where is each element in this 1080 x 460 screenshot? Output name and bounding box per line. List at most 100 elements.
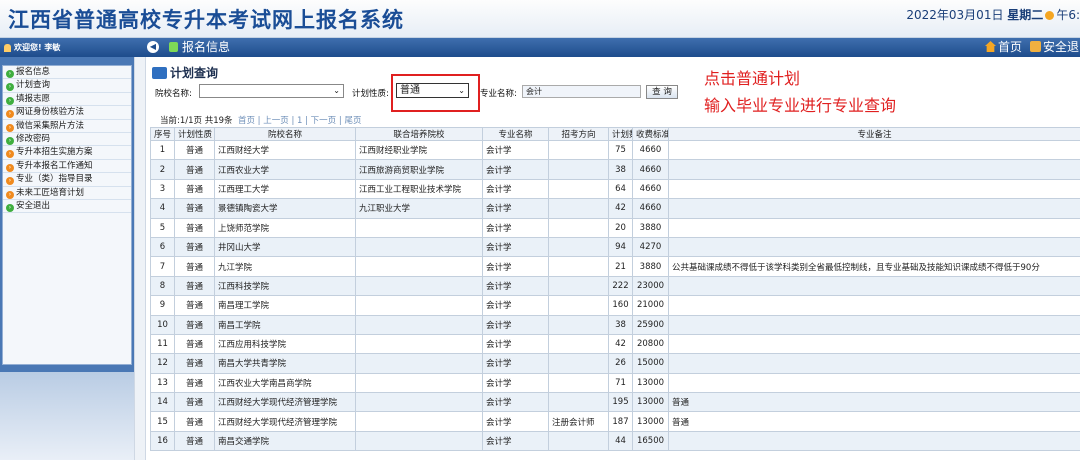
- table-cell: 9: [150, 295, 175, 316]
- sidebar-item[interactable]: › 网证身份核验方法: [3, 106, 131, 120]
- table-cell: 13: [150, 372, 175, 394]
- logout-icon: [1030, 41, 1041, 52]
- plan-type-select[interactable]: 普通 ⌄: [396, 83, 469, 98]
- table-cell: 注册会计师: [548, 411, 609, 432]
- table-cell: 195: [608, 392, 633, 413]
- table-cell: [355, 333, 483, 355]
- table-cell: [355, 392, 483, 413]
- plan-table: 序号计划性质院校名称联合培养院校专业名称招考方向计划数收费标准专业备注 1普通江…: [150, 127, 1080, 452]
- sidebar-item-label: 报名信息: [16, 67, 51, 77]
- breadcrumb: 报名信息: [182, 40, 231, 54]
- table-cell: 5: [150, 217, 175, 238]
- table-cell: 会计学: [482, 411, 549, 432]
- table-cell: [668, 372, 1080, 394]
- table-cell: 普通: [174, 392, 215, 413]
- pager-links[interactable]: 首页 | 上一页 | 1 | 下一页 | 尾页: [238, 116, 361, 126]
- sidebar-item[interactable]: › 安全退出: [3, 200, 131, 214]
- table-row: 1 普通 江西财经大学 江西财经职业学院 会计学 75 4660: [150, 139, 1080, 161]
- table-cell: 江西农业大学南昌商学院: [214, 372, 356, 394]
- table-cell: 会计学: [482, 333, 549, 355]
- table-cell: 会计学: [482, 275, 549, 297]
- sidebar-item[interactable]: › 专升本报名工作通知: [3, 160, 131, 174]
- major-input[interactable]: 会计: [522, 85, 641, 98]
- table-row: 4 普通 景德镇陶瓷大学 九江职业大学 会计学 42 4660: [150, 198, 1080, 219]
- sidebar-item[interactable]: › 专升本招生实施方案: [3, 146, 131, 160]
- table-cell: 38: [608, 314, 633, 335]
- sidebar-item[interactable]: › 专业（类）指导目录: [3, 173, 131, 187]
- table-cell: 会计学: [482, 295, 549, 316]
- table-cell: 3: [150, 178, 175, 200]
- weekday-text: 星期二: [1007, 8, 1044, 22]
- sidebar-item[interactable]: › 报名信息: [3, 66, 131, 80]
- table-cell: [355, 411, 483, 432]
- sidebar-item[interactable]: › 未来工匠培育计划: [3, 187, 131, 200]
- table-cell: 普通: [668, 411, 1080, 432]
- table-cell: 12: [150, 353, 175, 374]
- table-cell: [548, 256, 609, 277]
- sidebar-footer: [0, 372, 134, 460]
- date-display: 2022年03月01日 星期二 午6:: [906, 6, 1080, 23]
- sidebar-item-label: 计划查询: [16, 80, 51, 91]
- sidebar-item-label: 网证身份核验方法: [16, 107, 85, 118]
- table-cell: [668, 236, 1080, 258]
- sidebar-item[interactable]: › 微信采集照片方法: [3, 120, 131, 133]
- table-cell: 江西农业大学: [214, 159, 356, 180]
- table-cell: [548, 353, 609, 374]
- back-arrow-icon[interactable]: ◀: [147, 41, 159, 53]
- table-cell: [355, 314, 483, 335]
- arrow-circle-icon: ›: [6, 163, 14, 172]
- table-row: 12 普通 南昌大学共青学院 会计学 26 15000: [150, 353, 1080, 374]
- table-cell: 21: [608, 256, 633, 277]
- table-cell: 江西工业工程职业技术学院: [355, 178, 483, 200]
- sidebar-item[interactable]: › 计划查询: [3, 79, 131, 93]
- column-header: 专业备注: [668, 127, 1080, 141]
- table-cell: 景德镇陶瓷大学: [214, 198, 356, 219]
- table-row: 10 普通 南昌工学院 会计学 38 25900: [150, 314, 1080, 335]
- table-cell: 4660: [632, 198, 669, 219]
- home-link[interactable]: 首页: [985, 38, 1022, 57]
- table-cell: 会计学: [482, 256, 549, 277]
- table-cell: 14: [150, 392, 175, 413]
- table-cell: 普通: [174, 139, 215, 161]
- table-cell: 普通: [174, 314, 215, 335]
- table-cell: [355, 295, 483, 316]
- table-cell: [548, 159, 609, 180]
- table-cell: 4270: [632, 236, 669, 258]
- table-cell: [668, 139, 1080, 161]
- table-cell: 4660: [632, 139, 669, 161]
- table-cell: 普通: [174, 295, 215, 316]
- search-button[interactable]: 查 询: [646, 85, 678, 99]
- column-header: 院校名称: [214, 127, 356, 141]
- arrow-circle-icon: ›: [6, 190, 14, 199]
- table-row: 2 普通 江西农业大学 江西旅游商贸职业学院 会计学 38 4660: [150, 159, 1080, 180]
- table-row: 16 普通 南昌交通学院 会计学 44 16500: [150, 430, 1080, 452]
- table-cell: 94: [608, 236, 633, 258]
- sidebar-item[interactable]: › 填报志愿: [3, 93, 131, 107]
- logout-label: 安全退出: [1043, 40, 1080, 54]
- sidebar-splitter[interactable]: [134, 57, 146, 460]
- table-cell: [548, 139, 609, 161]
- logout-link[interactable]: 安全退出: [1030, 38, 1080, 57]
- clock-icon: [1045, 11, 1055, 20]
- column-header: 计划数: [608, 127, 633, 141]
- top-nav-bar: 欢迎您! 李敏 ◀ 报名信息 首页 安全退出: [0, 38, 1080, 57]
- column-header: 专业名称: [482, 127, 549, 141]
- table-cell: [548, 198, 609, 219]
- school-select[interactable]: ⌄: [199, 84, 344, 98]
- table-cell: [668, 295, 1080, 316]
- table-cell: 会计学: [482, 159, 549, 180]
- table-cell: [548, 372, 609, 394]
- date-text: 2022年03月01日: [906, 8, 1004, 22]
- chevron-down-icon: ⌄: [333, 86, 340, 95]
- pagination: 当前:1/1页 共19条 首页 | 上一页 | 1 | 下一页 | 尾页: [160, 114, 361, 126]
- arrow-circle-icon: ›: [6, 96, 14, 105]
- table-cell: 16: [150, 430, 175, 452]
- table-row: 11 普通 江西应用科技学院 会计学 42 20800: [150, 333, 1080, 355]
- table-cell: [355, 236, 483, 258]
- sidebar-item[interactable]: › 修改密码: [3, 133, 131, 147]
- table-cell: 3880: [632, 256, 669, 277]
- table-cell: [548, 217, 609, 238]
- annotation-click-plan: 点击普通计划: [704, 69, 801, 88]
- table-cell: 71: [608, 372, 633, 394]
- table-cell: 公共基础课成绩不得低于该学科类别全省最低控制线，且专业基础及技能知识课成绩不得低…: [668, 256, 1080, 277]
